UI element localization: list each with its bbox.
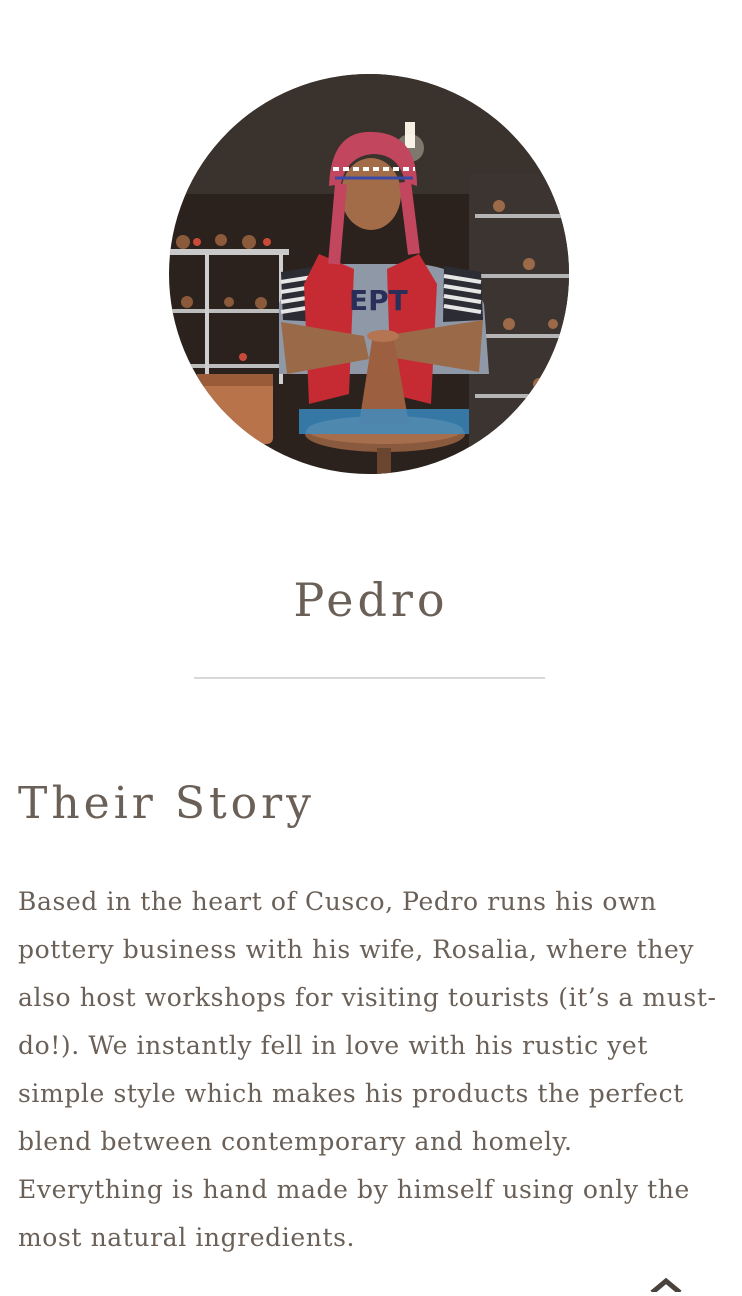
portrait-photo-icon: EPT [169, 74, 569, 474]
divider [194, 677, 545, 679]
svg-text:EPT: EPT [349, 284, 408, 317]
story-body: Based in the heart of Cusco, Pedro runs … [18, 887, 717, 1252]
artisan-name: Pedro [293, 573, 449, 627]
chevron-up-icon [650, 1277, 682, 1295]
story-heading: Their Story [18, 778, 316, 829]
artisan-portrait: EPT [169, 74, 569, 474]
back-to-top-button[interactable] [645, 1274, 687, 1295]
